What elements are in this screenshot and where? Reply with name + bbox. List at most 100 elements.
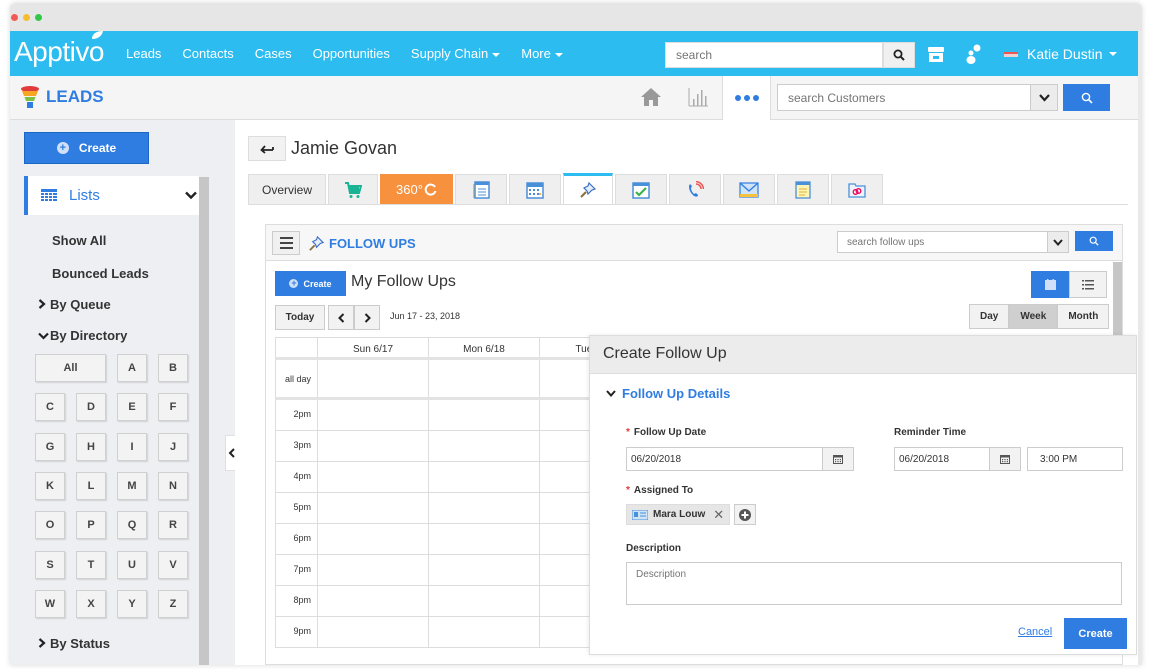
directory-filter-k[interactable]: K (35, 471, 65, 500)
calendar-cell[interactable] (318, 400, 429, 430)
directory-filter-m[interactable]: M (117, 471, 147, 500)
directory-filter-t[interactable]: T (76, 550, 106, 579)
panel-menu-button[interactable] (272, 231, 300, 255)
people-icon[interactable] (963, 44, 983, 64)
week-view-button[interactable]: Week (1009, 304, 1058, 329)
calendar-cell[interactable] (429, 586, 540, 616)
directory-filter-e[interactable]: E (117, 393, 147, 422)
directory-filter-i[interactable]: I (117, 432, 147, 461)
tab-notes[interactable] (455, 174, 507, 204)
tab-emails[interactable] (723, 174, 775, 204)
tab-notes-sticky[interactable] (777, 174, 829, 204)
tab-call-logs[interactable] (669, 174, 721, 204)
sidebar-scrollbar[interactable] (199, 177, 209, 665)
month-view-button[interactable]: Month (1057, 304, 1110, 329)
calendar-cell[interactable] (429, 360, 540, 397)
nav-link-contacts[interactable]: Contacts (182, 46, 233, 61)
calendar-cell[interactable] (318, 462, 429, 492)
directory-filter-a[interactable]: A (117, 354, 147, 382)
follow-ups-search-dropdown[interactable] (1047, 231, 1069, 253)
directory-filter-z[interactable]: Z (158, 589, 188, 618)
tab-orders[interactable] (328, 174, 378, 204)
lists-accordion[interactable]: Lists (24, 176, 199, 215)
sidebar-group-by-status[interactable]: By Status (38, 636, 110, 651)
calendar-cell[interactable] (318, 360, 429, 397)
reminder-time-input[interactable] (1027, 447, 1123, 471)
global-search-button[interactable] (883, 42, 915, 68)
tab-tasks[interactable] (615, 174, 667, 204)
cancel-link[interactable]: Cancel (1018, 626, 1052, 638)
follow-up-details-section-toggle[interactable]: Follow Up Details (606, 386, 730, 401)
sidebar-item-bounced-leads[interactable]: Bounced Leads (52, 266, 149, 281)
calendar-cell[interactable] (318, 586, 429, 616)
app-store-icon[interactable] (927, 45, 945, 63)
calendar-cell[interactable] (429, 431, 540, 461)
directory-filter-g[interactable]: G (35, 432, 65, 461)
directory-filter-w[interactable]: W (35, 589, 65, 618)
follow-up-date-input[interactable] (626, 447, 823, 471)
previous-week-button[interactable] (328, 305, 354, 330)
nav-link-opportunities[interactable]: Opportunities (313, 46, 390, 61)
calendar-cell[interactable] (429, 493, 540, 523)
sidebar-item-show-all[interactable]: Show All (52, 233, 106, 248)
calendar-cell[interactable] (429, 555, 540, 585)
reminder-date-input[interactable] (894, 447, 990, 471)
calendar-cell[interactable] (429, 400, 540, 430)
directory-filter-s[interactable]: S (35, 550, 65, 579)
directory-filter-d[interactable]: D (76, 393, 106, 422)
directory-filter-l[interactable]: L (76, 471, 106, 500)
calendar-cell[interactable] (318, 617, 429, 647)
customer-search-input[interactable] (777, 84, 1031, 111)
directory-filter-f[interactable]: F (158, 393, 188, 422)
more-options-button[interactable] (722, 76, 771, 120)
reminder-date-picker-button[interactable] (989, 447, 1021, 471)
calendar-cell[interactable] (318, 555, 429, 585)
nav-link-cases[interactable]: Cases (255, 46, 292, 61)
description-textarea[interactable] (626, 562, 1122, 605)
analytics-chart-icon[interactable] (687, 86, 709, 108)
directory-filter-n[interactable]: N (158, 471, 188, 500)
directory-filter-r[interactable]: R (158, 511, 188, 540)
apptivo-logo[interactable]: Apptivo (14, 31, 104, 68)
panel-scrollbar[interactable] (1113, 262, 1122, 337)
sidebar-create-button[interactable]: + Create (24, 132, 149, 164)
today-button[interactable]: Today (275, 305, 325, 330)
tab-calendar[interactable] (509, 174, 561, 204)
list-view-button[interactable] (1069, 271, 1107, 298)
minimize-window-button[interactable] (23, 14, 30, 21)
calendar-cell[interactable] (429, 524, 540, 554)
customer-search-button[interactable] (1063, 84, 1110, 111)
calendar-cell[interactable] (429, 462, 540, 492)
create-submit-button[interactable]: Create (1064, 618, 1127, 649)
tab-360-view[interactable]: 360° (380, 174, 453, 204)
directory-filter-all[interactable]: All (35, 354, 106, 382)
directory-filter-p[interactable]: P (76, 511, 106, 540)
sidebar-group-by-queue[interactable]: By Queue (38, 297, 111, 312)
calendar-cell[interactable] (318, 524, 429, 554)
user-menu[interactable]: Katie Dustin (1004, 46, 1118, 62)
calendar-cell[interactable] (429, 617, 540, 647)
remove-assignee-icon[interactable]: ✕ (713, 507, 724, 523)
directory-filter-x[interactable]: X (76, 589, 106, 618)
add-assignee-button[interactable] (734, 504, 756, 525)
directory-filter-y[interactable]: Y (117, 589, 147, 618)
home-icon[interactable] (640, 86, 662, 108)
nav-link-more[interactable]: More (521, 46, 563, 61)
directory-filter-j[interactable]: J (158, 432, 188, 461)
directory-filter-o[interactable]: O (35, 511, 65, 540)
tab-overview[interactable]: Overview (248, 174, 326, 204)
nav-link-supply-chain[interactable]: Supply Chain (411, 46, 501, 61)
day-view-button[interactable]: Day (969, 304, 1010, 329)
back-button[interactable] (248, 136, 286, 161)
calendar-cell[interactable] (318, 431, 429, 461)
calendar-cell[interactable] (318, 493, 429, 523)
directory-filter-q[interactable]: Q (117, 511, 147, 540)
nav-link-leads[interactable]: Leads (126, 46, 161, 61)
directory-filter-c[interactable]: C (35, 393, 65, 422)
create-follow-up-button[interactable]: + Create (275, 271, 346, 296)
global-search-input[interactable] (665, 42, 883, 68)
tab-follow-ups[interactable] (563, 173, 613, 204)
sidebar-group-by-directory[interactable]: By Directory (38, 328, 127, 343)
directory-filter-h[interactable]: H (76, 432, 106, 461)
directory-filter-b[interactable]: B (158, 354, 188, 382)
